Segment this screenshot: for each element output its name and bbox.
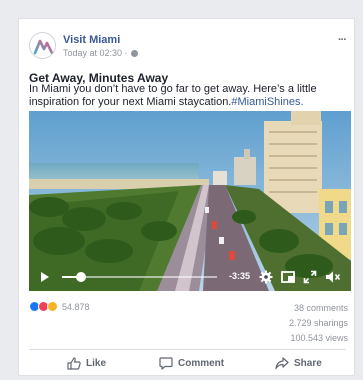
progress-bar[interactable]: [62, 272, 217, 282]
more-icon[interactable]: ···: [338, 34, 347, 46]
share-button[interactable]: Share: [275, 354, 322, 372]
post-stats: 38 comments 2.729 sharings 100.543 views: [289, 301, 348, 346]
like-icon: [67, 356, 81, 370]
sharings-count[interactable]: 2.729 sharings: [289, 316, 348, 331]
post-header: Visit Miami Today at 02:30 · ···: [29, 32, 347, 66]
views-count: 100.543 views: [290, 333, 348, 343]
share-label: Share: [294, 357, 322, 369]
play-icon[interactable]: [41, 272, 49, 282]
comment-icon: [159, 356, 173, 370]
page-name[interactable]: Visit Miami: [63, 34, 120, 46]
globe-icon: [131, 49, 139, 57]
divider: [29, 349, 346, 350]
comment-button[interactable]: Comment: [159, 354, 224, 372]
time-remaining: -3:35: [229, 271, 251, 281]
post-meta: Today at 02:30 ·: [63, 48, 139, 58]
like-label: Like: [86, 357, 107, 369]
comments-count[interactable]: 38 comments: [289, 301, 348, 316]
page-avatar[interactable]: [29, 32, 56, 59]
post-timestamp[interactable]: Today at 02:30 ·: [63, 48, 128, 58]
fullscreen-icon[interactable]: [303, 270, 317, 284]
progress-handle[interactable]: [75, 272, 86, 282]
video-player[interactable]: -3:35: [29, 111, 351, 291]
reaction-count[interactable]: 54.878: [62, 302, 90, 312]
share-icon: [275, 356, 289, 369]
wow-reaction-icon: [47, 301, 58, 312]
post-card: Visit Miami Today at 02:30 · ··· Get Awa…: [18, 18, 355, 376]
comment-label: Comment: [178, 357, 225, 369]
volume-icon[interactable]: [325, 270, 341, 284]
like-button[interactable]: Like: [67, 354, 106, 372]
video-controls: -3:35: [29, 263, 351, 291]
theater-mode-icon[interactable]: [281, 270, 295, 284]
hashtag-link[interactable]: #MiamiShines.: [231, 96, 303, 108]
settings-icon[interactable]: [259, 270, 273, 284]
post-body: In Miami you don’t have to go far to get…: [29, 83, 351, 109]
